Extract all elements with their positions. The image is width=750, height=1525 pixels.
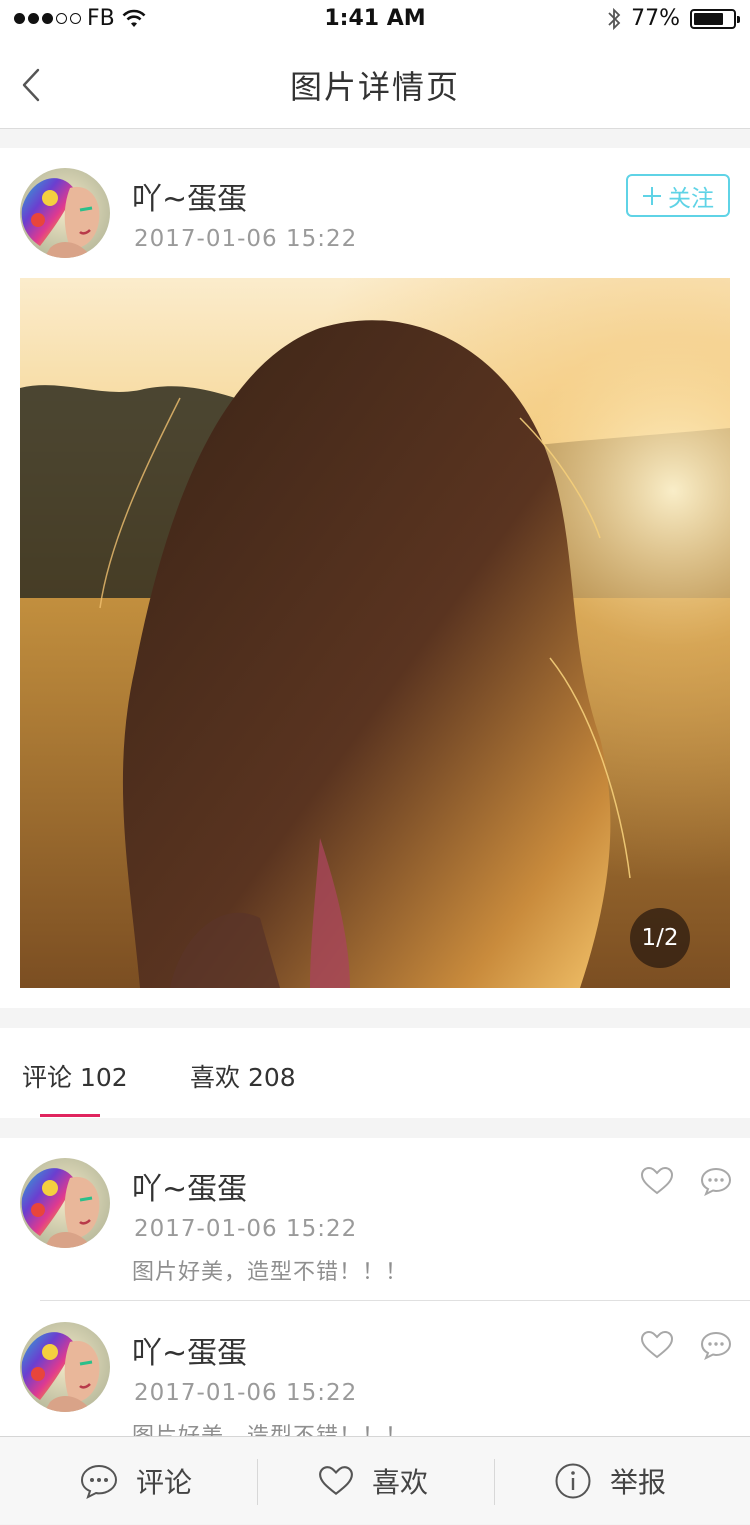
speech-bubble-icon[interactable] [700, 1166, 732, 1196]
bottom-bar-divider [494, 1459, 495, 1505]
post-photo[interactable] [20, 278, 730, 988]
tab-likes[interactable]: 喜欢 208 [190, 1058, 296, 1094]
follow-label: 关注 [668, 185, 714, 212]
avatar[interactable] [20, 1322, 110, 1412]
report-action-button[interactable]: 举报 [554, 1437, 666, 1525]
page-title: 图片详情页 [289, 68, 460, 106]
comment-item: 吖~蛋蛋 2017-01-06 15:22 图片好美，造型不错！！！ [0, 1138, 750, 1302]
speech-bubble-icon[interactable] [700, 1330, 732, 1360]
info-icon [555, 1463, 591, 1499]
speech-bubble-icon [80, 1464, 118, 1499]
comment-list: 吖~蛋蛋 2017-01-06 15:22 图片好美，造型不错！！！ 吖~蛋蛋 … [0, 1138, 750, 1436]
tabs: 评论 102 喜欢 208 [0, 1028, 750, 1118]
heart-icon [319, 1466, 353, 1496]
bluetooth-icon [608, 7, 621, 30]
comment-username[interactable]: 吖~蛋蛋 [132, 1328, 247, 1372]
follow-button[interactable]: 关注 [626, 174, 730, 217]
comment-username[interactable]: 吖~蛋蛋 [132, 1164, 247, 1208]
battery-icon [690, 8, 740, 29]
bottom-bar-divider [257, 1459, 258, 1505]
comment-divider [40, 1300, 750, 1301]
comment-action-button[interactable]: 评论 [80, 1437, 192, 1525]
comment-text: 图片好美，造型不错！！！ [132, 1260, 409, 1285]
heart-icon[interactable] [640, 1166, 674, 1196]
like-action-button[interactable]: 喜欢 [318, 1437, 428, 1525]
plus-icon [643, 186, 661, 205]
image-page-indicator: 1/2 [630, 908, 690, 968]
comment-datetime: 2017-01-06 15:22 [134, 1216, 358, 1242]
comment-text: 图片好美，造型不错！！！ [132, 1418, 408, 1436]
tab-active-indicator [40, 1114, 100, 1117]
status-right: 77% [607, 6, 740, 31]
post-card: 吖~蛋蛋 2017-01-06 15:22 关注 1/2 [0, 148, 750, 1008]
nav-bar: 图片详情页 [0, 42, 750, 129]
like-action-label: 喜欢 [372, 1466, 429, 1499]
report-action-label: 举报 [610, 1466, 667, 1499]
avatar[interactable] [20, 1158, 110, 1248]
post-username[interactable]: 吖~蛋蛋 [132, 174, 247, 218]
comment-item: 吖~蛋蛋 2017-01-06 15:22 图片好美，造型不错！！！ [0, 1302, 750, 1436]
avatar[interactable] [20, 168, 110, 258]
post-datetime: 2017-01-06 15:22 [134, 226, 358, 252]
status-bar: FB 1:41 AM 77% [0, 0, 750, 42]
bottom-action-bar: 评论 喜欢 举报 [0, 1436, 750, 1524]
battery-percent: 77% [631, 6, 680, 31]
tab-comments[interactable]: 评论 102 [22, 1058, 128, 1094]
heart-icon[interactable] [640, 1330, 674, 1360]
comment-action-label: 评论 [136, 1466, 193, 1499]
comment-datetime: 2017-01-06 15:22 [134, 1380, 358, 1406]
